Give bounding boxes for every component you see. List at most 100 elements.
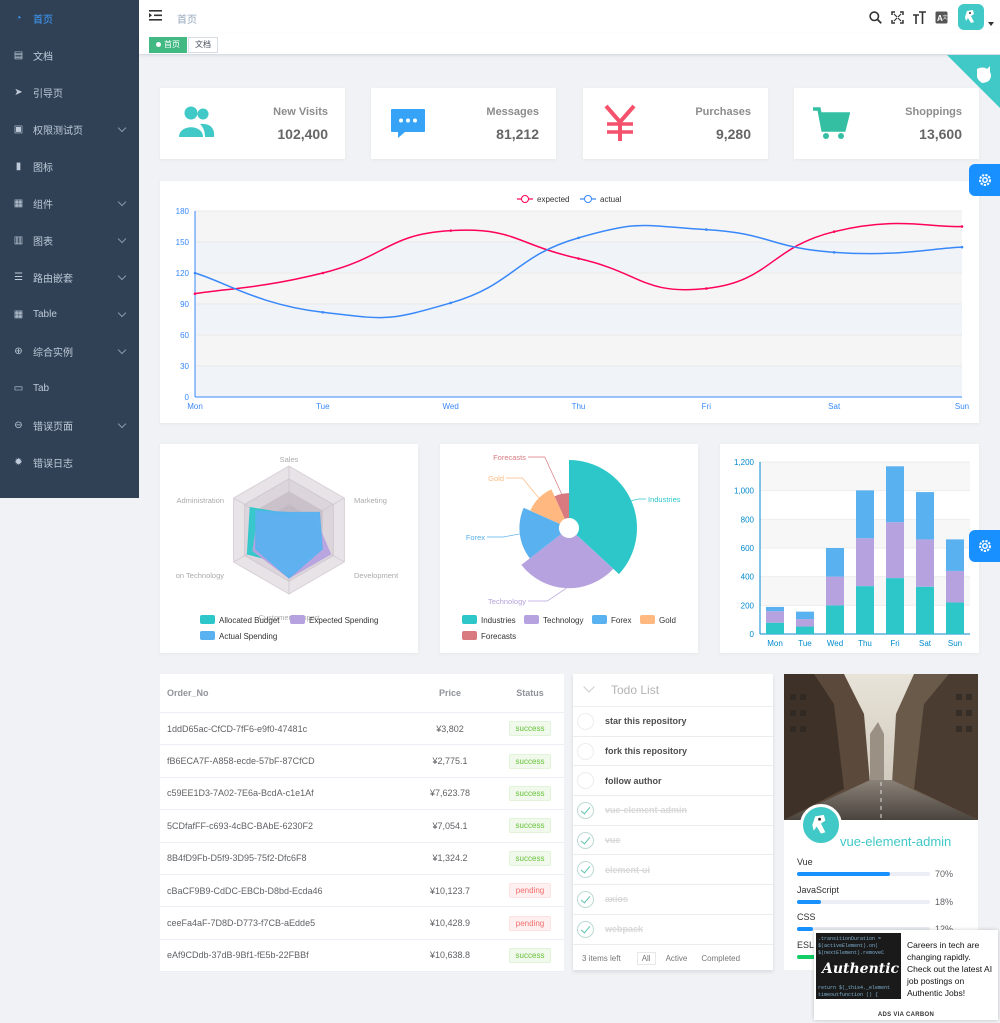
panel-purchases[interactable]: Purchases 9,280 <box>583 88 768 159</box>
legend-swatch[interactable] <box>524 615 539 624</box>
legend-swatch[interactable] <box>290 615 305 624</box>
legend-label[interactable]: Forex <box>611 616 631 625</box>
sidebar-item[interactable]: ▦ 组件 <box>0 185 139 222</box>
language-icon[interactable]: A文 <box>934 10 948 24</box>
ad-text[interactable]: Careers in tech are changing rapidly. Ch… <box>907 939 995 999</box>
legend-swatch[interactable] <box>200 631 215 640</box>
legend-label[interactable]: Industries <box>481 616 516 625</box>
bar-segment[interactable] <box>856 586 874 634</box>
todo-item[interactable]: element-ui <box>573 855 773 886</box>
legend-label[interactable]: expected <box>537 195 569 204</box>
ad-via[interactable]: ADS VIA CARBON <box>814 1012 998 1018</box>
bar-segment[interactable] <box>916 539 934 587</box>
search-icon[interactable] <box>868 10 882 24</box>
sidebar-item[interactable]: ▣ 权限测试页 <box>0 111 139 148</box>
bar-segment[interactable] <box>946 570 964 603</box>
github-corner-icon[interactable] <box>947 55 1000 108</box>
bar-segment[interactable] <box>766 611 784 623</box>
legend-swatch[interactable] <box>462 615 477 624</box>
sidebar-item[interactable]: ⊖ 错误页面 <box>0 407 139 444</box>
checked-circle-icon[interactable] <box>577 920 594 938</box>
panel-messages[interactable]: Messages 81,212 <box>371 88 556 159</box>
checked-circle-icon[interactable] <box>577 861 594 879</box>
legend-swatch[interactable] <box>200 615 215 624</box>
bar-segment[interactable] <box>796 626 814 634</box>
legend-label[interactable]: Expected Spending <box>309 616 378 625</box>
todo-item[interactable]: follow author <box>573 766 773 797</box>
bar-segment[interactable] <box>946 539 964 571</box>
settings-button-secondary[interactable] <box>969 530 1000 562</box>
legend-swatch[interactable] <box>640 615 655 624</box>
sidebar-item[interactable]: ⊕ 综合实例 <box>0 333 139 370</box>
bar-segment[interactable] <box>826 576 844 606</box>
todo-item[interactable]: axios <box>573 885 773 915</box>
unchecked-circle-icon[interactable] <box>577 772 594 790</box>
todo-item[interactable]: vue <box>573 826 773 856</box>
sidebar-item[interactable]: ▥ 图表 <box>0 222 139 259</box>
chevron-down-icon[interactable] <box>117 308 127 318</box>
filter-completed[interactable]: Completed <box>697 953 744 964</box>
todo-item[interactable]: fork this repository <box>573 737 773 767</box>
panel-new-visits[interactable]: New Visits 102,400 <box>160 88 345 159</box>
sidebar-item[interactable]: ▮ 图标 <box>0 148 139 185</box>
bar-segment[interactable] <box>856 538 874 587</box>
legend-label[interactable]: Gold <box>659 616 676 625</box>
sidebar-item[interactable]: ◔ 首页 <box>0 0 139 37</box>
bar-segment[interactable] <box>886 466 904 523</box>
chevron-down-icon[interactable] <box>117 271 127 281</box>
chevron-down-icon[interactable] <box>117 123 127 133</box>
todo-input-row[interactable]: Todo List <box>573 674 773 707</box>
legend-label[interactable]: Technology <box>543 616 583 625</box>
unchecked-circle-icon[interactable] <box>577 713 594 730</box>
tag-dashboard[interactable]: 首页 <box>149 37 187 53</box>
todo-item[interactable]: vue-element-admin <box>573 796 773 826</box>
legend-label[interactable]: Actual Spending <box>219 632 277 641</box>
bar-segment[interactable] <box>916 492 934 540</box>
legend-label[interactable]: Forecasts <box>481 632 516 641</box>
unchecked-circle-icon[interactable] <box>577 742 594 760</box>
chevron-down-icon[interactable] <box>117 234 127 244</box>
bar-segment[interactable] <box>916 586 934 634</box>
checked-circle-icon[interactable] <box>577 831 594 849</box>
user-avatar[interactable] <box>958 4 984 30</box>
bar-segment[interactable] <box>886 578 904 634</box>
bar-segment[interactable] <box>826 605 844 634</box>
legend-label[interactable]: Allocated Budget <box>219 616 280 625</box>
legend-label[interactable]: actual <box>600 195 622 204</box>
bar-segment[interactable] <box>766 622 784 634</box>
sidebar-item[interactable]: ☰ 路由嵌套 <box>0 259 139 296</box>
bar-segment[interactable] <box>826 548 844 577</box>
font-size-icon[interactable] <box>912 10 926 24</box>
todo-item[interactable]: webpack <box>573 915 773 945</box>
bar-segment[interactable] <box>886 522 904 579</box>
chevron-down-icon[interactable] <box>117 197 127 207</box>
fullscreen-icon[interactable] <box>890 10 904 24</box>
legend-marker-icon[interactable] <box>584 195 592 203</box>
carbon-ad[interactable]: .transitionDuration = $(activeElement).o… <box>814 930 998 1020</box>
sidebar-item[interactable]: ✹ 错误日志 <box>0 444 139 481</box>
chevron-down-icon[interactable] <box>117 419 127 429</box>
bar-segment[interactable] <box>796 611 814 620</box>
sidebar-item[interactable]: ▦ Table <box>0 296 139 333</box>
chevron-down-icon[interactable] <box>117 345 127 355</box>
todo-item[interactable]: star this repository <box>573 707 773 737</box>
breadcrumb[interactable]: 首页 <box>177 11 197 26</box>
bar-segment[interactable] <box>856 490 874 539</box>
bar-segment[interactable] <box>796 619 814 627</box>
todo-input[interactable]: Todo List <box>611 683 659 697</box>
bar-segment[interactable] <box>946 602 964 634</box>
filter-all[interactable]: All <box>636 951 656 965</box>
tag-documentation[interactable]: 文档 <box>188 37 218 53</box>
sidebar-item[interactable]: ▭ Tab <box>0 370 139 407</box>
sidebar-item[interactable]: ▤ 文档 <box>0 37 139 74</box>
legend-marker-icon[interactable] <box>521 195 529 203</box>
legend-swatch[interactable] <box>462 631 477 640</box>
toggle-all-icon[interactable] <box>583 681 595 693</box>
sidebar-item[interactable]: ➤ 引导页 <box>0 74 139 111</box>
hamburger-icon[interactable] <box>149 9 162 22</box>
settings-button[interactable] <box>969 164 1000 196</box>
checked-circle-icon[interactable] <box>577 802 594 820</box>
filter-active[interactable]: Active <box>662 953 692 964</box>
bar-segment[interactable] <box>766 606 784 612</box>
avatar-dropdown-caret-icon[interactable] <box>988 22 994 26</box>
